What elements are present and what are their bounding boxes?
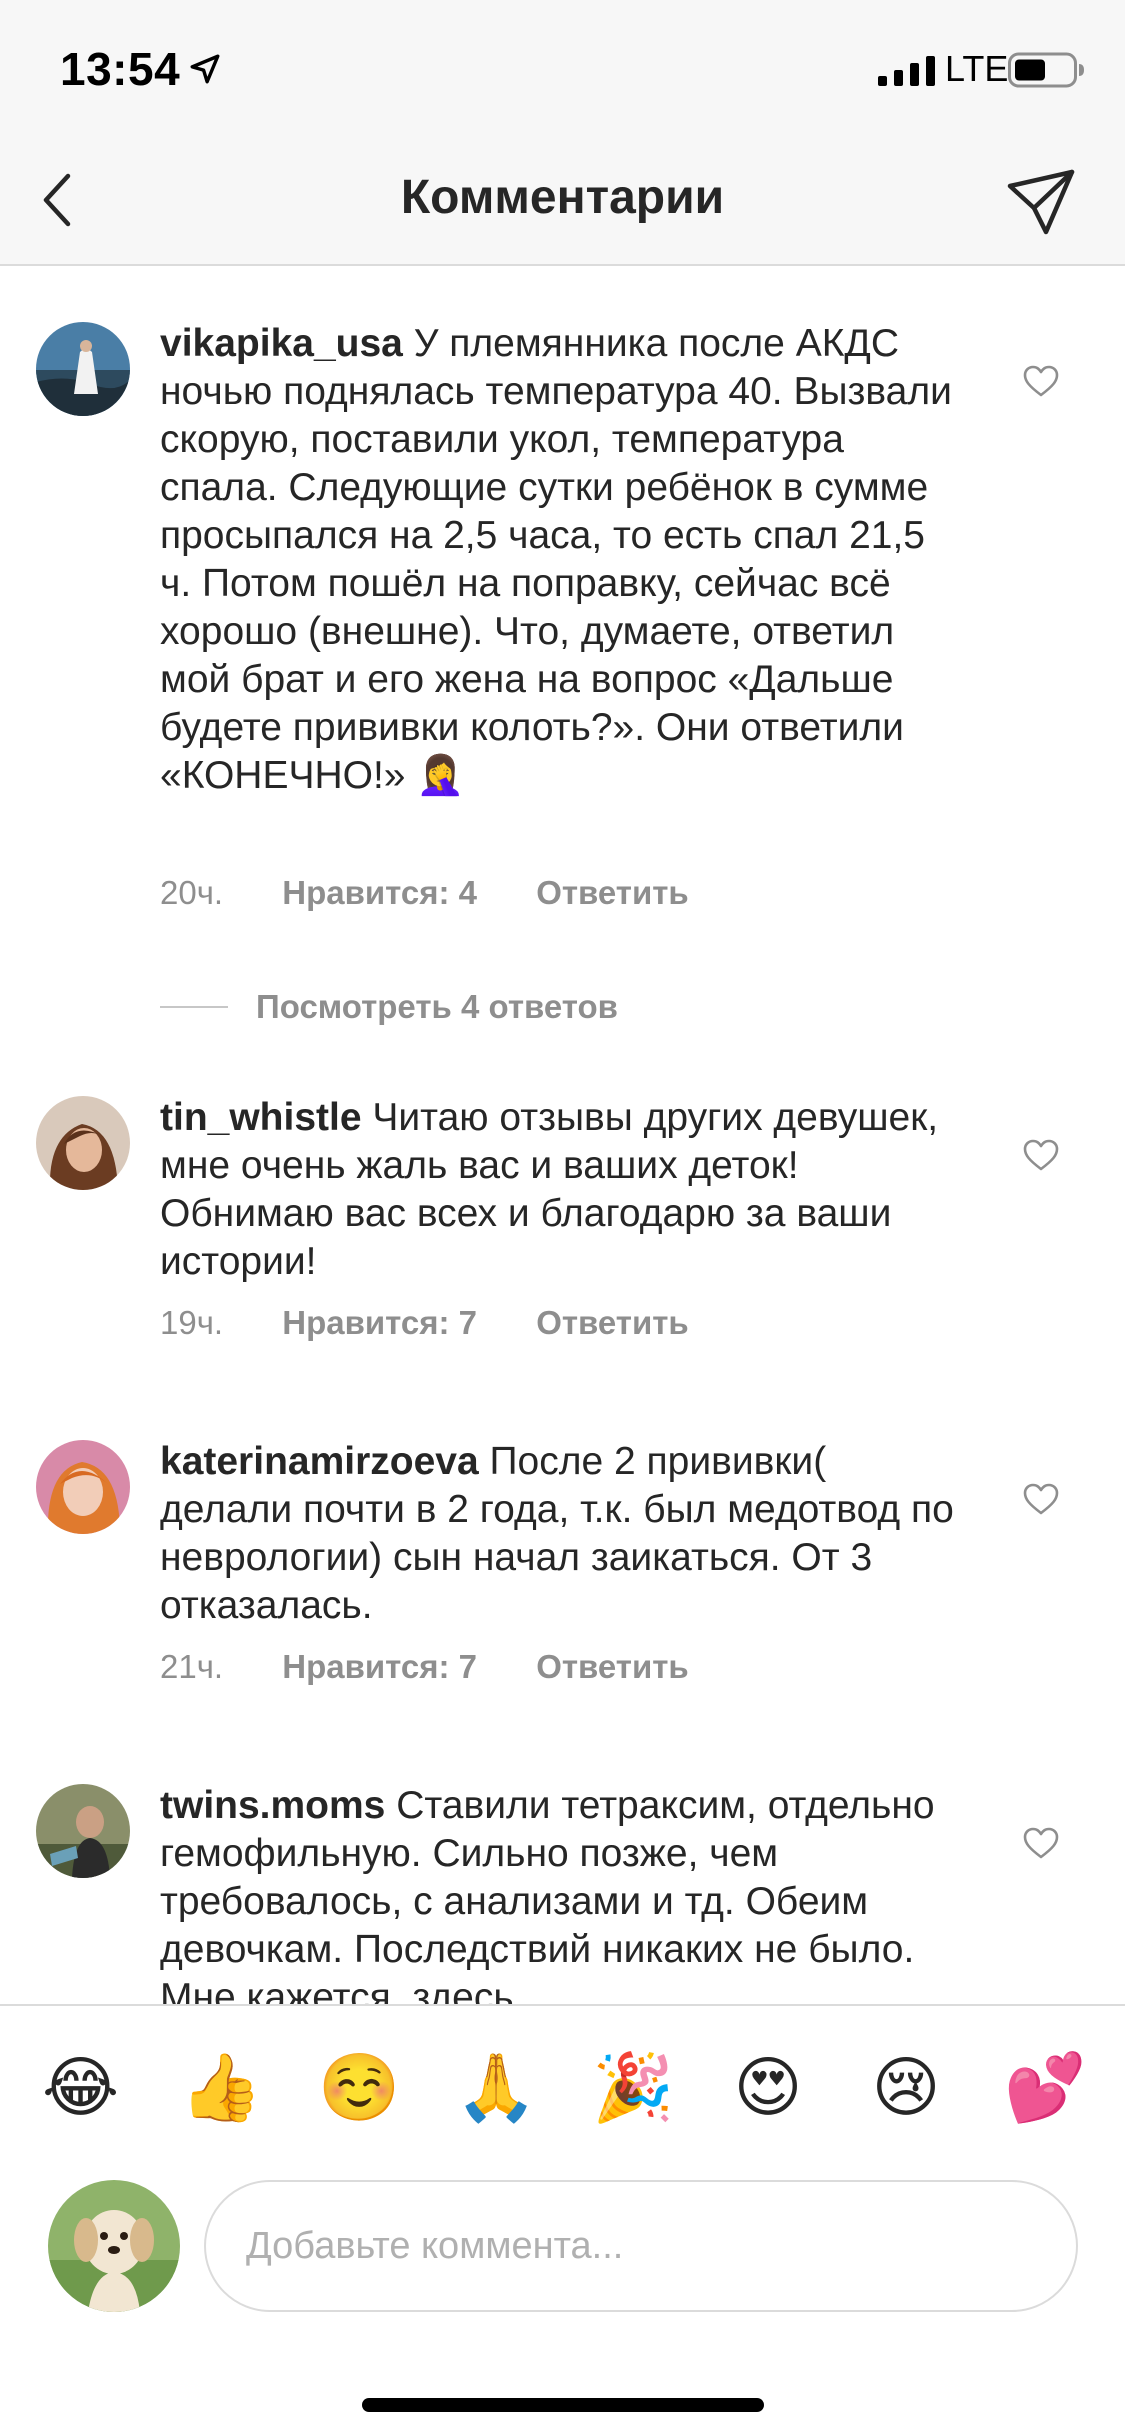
comment-body: katerinamirzoeva После 2 прививки( делал… [160,1438,960,1630]
comment-likes[interactable]: Нравится: 7 [282,1304,477,1342]
emoji-button[interactable]: 😢 [868,2050,944,2126]
heart-outline-icon[interactable] [1022,1482,1060,1516]
paper-plane-icon[interactable] [1004,164,1078,238]
avatar[interactable] [36,1440,130,1534]
emoji-button[interactable]: 💕 [1004,2050,1086,2126]
comment-body: vikapika_usa У племянника после АКДС ноч… [160,320,960,800]
comment-meta: 21ч. Нравится: 7 Ответить [160,1648,689,1686]
heart-outline-icon[interactable] [1022,1138,1060,1172]
status-time: 13:54 [60,43,181,95]
comment-body: twins.moms Ставили тетраксим, отдельно г… [160,1782,960,2004]
comment-time: 19ч. [160,1304,224,1341]
comment-input[interactable] [204,2180,1078,2312]
emoji-button[interactable]: 😂 [42,2050,119,2126]
comment-likes[interactable]: Нравится: 4 [282,874,477,912]
emoji-button[interactable]: 👍 [180,2050,262,2126]
comment-username[interactable]: tin_whistle [160,1096,362,1139]
comments-screen: 13:54 LTE Комментарии vikapika_usa У пле… [0,0,1125,2436]
comment-meta: 19ч. Нравится: 7 Ответить [160,1304,689,1342]
comment-time: 21ч. [160,1648,224,1685]
comment-username[interactable]: katerinamirzoeva [160,1440,479,1483]
emoji-button[interactable]: 😍 [730,2050,806,2126]
home-indicator[interactable] [362,2398,764,2412]
my-avatar [48,2180,180,2312]
reply-button[interactable]: Ответить [536,1648,689,1686]
battery-icon [1008,52,1084,88]
comment-text: У племянника после АКДС ночью поднялась … [160,322,952,797]
emoji-button[interactable]: ☺️ [318,2050,400,2126]
location-arrow-icon [190,54,220,84]
emoji-quick-bar: 😂 👍 ☺️ 🙏 🎉 😍 😢 💕 [0,2004,1125,2180]
cell-signal-icon [878,56,935,86]
comment-meta: 20ч. Нравится: 4 Ответить [160,874,689,912]
comment-composer [0,2180,1125,2436]
comment-time: 20ч. [160,874,224,911]
page-title: Комментарии [400,171,725,224]
reply-button[interactable]: Ответить [536,874,689,912]
avatar[interactable] [36,1096,130,1190]
view-replies-label: Посмотреть 4 ответов [256,988,618,1025]
view-replies-button[interactable]: Посмотреть 4 ответов [160,982,618,1032]
comment-username[interactable]: vikapika_usa [160,322,403,365]
emoji-button[interactable]: 🙏 [455,2050,537,2126]
comment-likes[interactable]: Нравится: 7 [282,1648,477,1686]
avatar[interactable] [36,322,130,416]
header-bar: Комментарии [0,140,1125,266]
comment-username[interactable]: twins.moms [160,1784,385,1827]
heart-outline-icon[interactable] [1022,364,1060,398]
replies-divider [160,1006,228,1008]
heart-outline-icon[interactable] [1022,1826,1060,1860]
network-type: LTE [945,48,1009,89]
avatar[interactable] [36,1784,130,1878]
status-bar: 13:54 LTE [0,0,1125,140]
comments-list[interactable]: vikapika_usa У племянника после АКДС ноч… [0,268,1125,2004]
comment-body: tin_whistle Читаю отзывы других девушек,… [160,1094,960,1286]
reply-button[interactable]: Ответить [536,1304,689,1342]
emoji-button[interactable]: 🎉 [592,2050,674,2126]
